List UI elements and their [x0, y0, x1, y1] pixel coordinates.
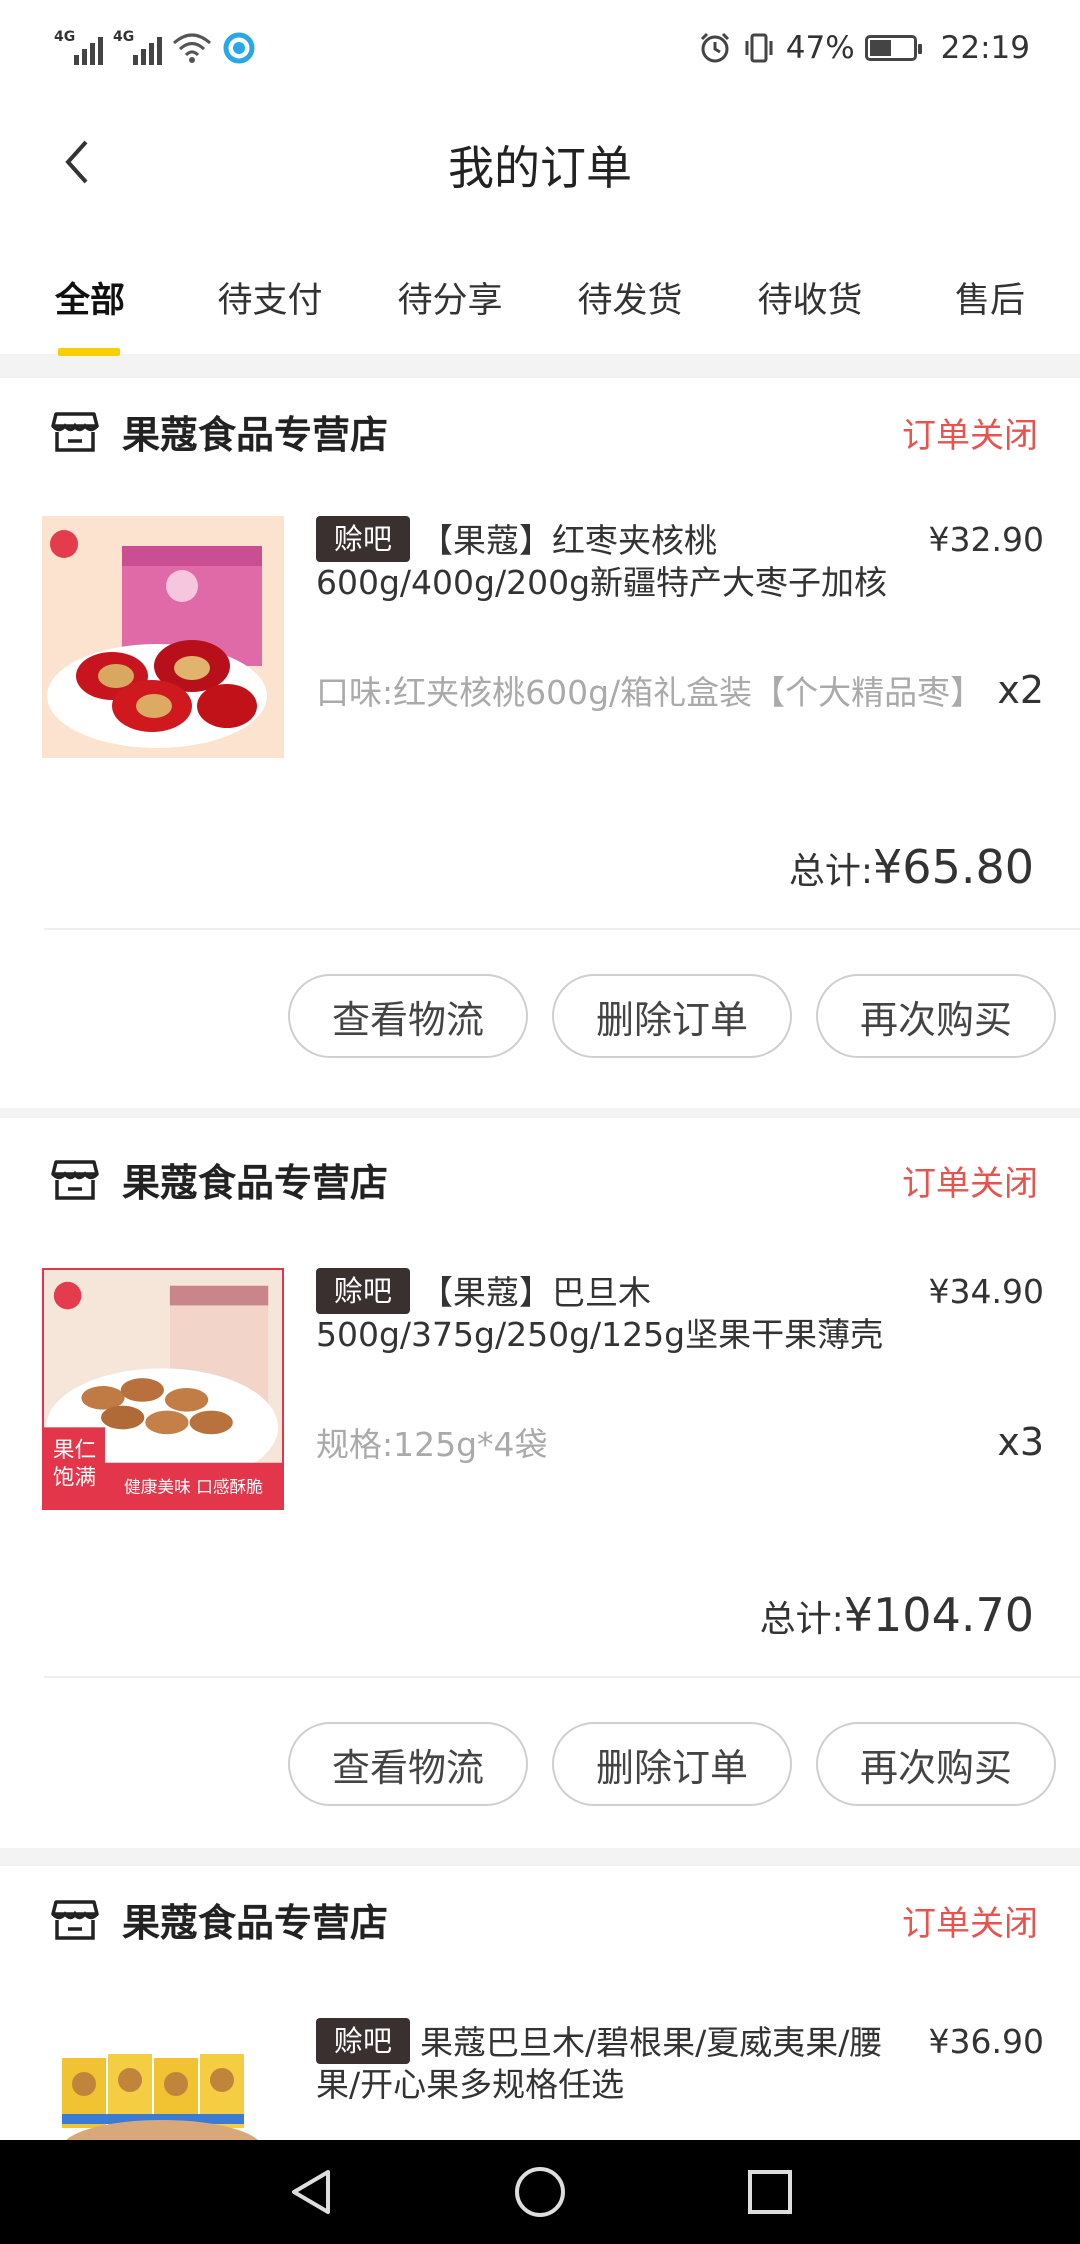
alarm-icon	[700, 32, 729, 63]
view-logistics-button[interactable]: 查看物流	[288, 1722, 528, 1806]
product-title: 赊吧 果蔻巴旦木/碧根果/夏威夷果/腰果/开心果多规格任选	[316, 2018, 906, 2104]
page-title: 我的订单	[448, 141, 632, 195]
total-label: 总计:	[759, 1599, 844, 1640]
buy-again-button[interactable]: 再次购买	[816, 1722, 1056, 1806]
nav-recents-icon[interactable]	[740, 2162, 800, 2222]
product-title: 赊吧【果蔻】巴旦木500g/375g/250g/125g坚果干果薄壳扁桃仁散装	[316, 1268, 906, 1354]
product-quantity: x2	[997, 668, 1044, 712]
vibrate-icon	[745, 33, 773, 63]
store-row[interactable]: 果蔻食品专营店 订单关闭	[0, 378, 1080, 488]
app-notification-icon	[223, 32, 255, 64]
shebar-badge: 赊吧	[316, 2018, 411, 2064]
view-logistics-button[interactable]: 查看物流	[288, 974, 528, 1058]
product-price: ¥34.90	[928, 1272, 1044, 1311]
system-nav-bar	[0, 2140, 1080, 2244]
tab-all[interactable]: 全部	[0, 232, 180, 356]
buy-again-button[interactable]: 再次购买	[816, 974, 1056, 1058]
product-quantity: x3	[997, 1420, 1044, 1464]
store-name: 果蔻食品专营店	[122, 1161, 389, 1205]
tab-label: 待收货	[757, 281, 863, 321]
order-card: 果蔻食品专营店 订单关闭 赊吧 【果蔻】红枣夹核桃600g/400g/200g新疆…	[0, 378, 1080, 1108]
total-label: 总计:	[788, 851, 874, 892]
active-tab-indicator	[58, 348, 120, 356]
delete-order-button[interactable]: 删除订单	[552, 1722, 792, 1806]
order-card: 果蔻食品专营店 订单关闭 果仁 饱满 健康美味 口感酥脆 赊吧 【果蔻】巴旦木50…	[0, 1118, 1080, 1848]
total-amount: ¥104.70	[843, 1588, 1034, 1642]
shebar-badge: 赊吧	[316, 1268, 411, 1314]
product-image	[42, 2018, 284, 2140]
product-spec: 规格:125g*4袋	[316, 1425, 548, 1464]
order-tabs: 全部 待支付 待分享 待发货 待收货 售后	[0, 232, 1080, 356]
wifi-icon	[173, 33, 211, 63]
order-actions: 查看物流 删除订单 再次购买	[288, 1722, 1056, 1806]
store-icon	[51, 1900, 99, 1940]
clock: 22:19	[940, 30, 1030, 66]
nav-home-icon[interactable]	[510, 2162, 570, 2222]
product-image: 果仁 饱满 健康美味 口感酥脆	[42, 1268, 284, 1510]
store-icon	[51, 412, 99, 452]
shebar-badge: 赊吧	[316, 516, 411, 562]
battery-icon	[864, 35, 922, 61]
signal-icon: 4G	[54, 29, 103, 65]
tab-label: 待分享	[397, 281, 503, 321]
divider	[44, 928, 1080, 930]
image-text-big: 果仁	[53, 1438, 96, 1463]
tab-label: 待支付	[217, 281, 323, 321]
tab-pending-payment[interactable]: 待支付	[180, 232, 360, 354]
delete-order-button[interactable]: 删除订单	[552, 974, 792, 1058]
store-name: 果蔻食品专营店	[122, 1901, 389, 1945]
order-status: 订单关闭	[902, 1904, 1038, 1944]
battery-percent: 47%	[785, 30, 855, 66]
tab-pending-shipment[interactable]: 待发货	[540, 232, 720, 354]
signal-icon: 4G	[113, 29, 162, 65]
image-text-big2: 饱满	[53, 1465, 96, 1490]
order-total: 总计:¥65.80	[789, 840, 1034, 894]
product-item[interactable]: 赊吧【果蔻】红枣夹核桃600g/400g/200g新疆特产大枣子加核桃仁... …	[0, 516, 1080, 766]
product-spec: 口味:红夹核桃600g/箱礼盒装【个大精品枣】	[316, 673, 984, 712]
product-price: ¥36.90	[928, 2022, 1044, 2061]
tab-pending-receipt[interactable]: 待收货	[720, 232, 900, 354]
order-status: 订单关闭	[902, 1164, 1038, 1204]
tab-label: 待发货	[577, 281, 683, 321]
store-icon	[51, 1160, 99, 1200]
total-amount: ¥65.80	[873, 840, 1034, 894]
tab-label: 全部	[54, 281, 125, 321]
image-slogan: 健康美味 口感酥脆	[124, 1476, 263, 1496]
order-card: 果蔻食品专营店 订单关闭 赊吧 果蔻巴旦木/碧根果/夏威夷果/腰果/开心果多规格任…	[0, 1866, 1080, 2140]
product-item[interactable]: 赊吧 果蔻巴旦木/碧根果/夏威夷果/腰果/开心果多规格任选 ¥36.90	[0, 2018, 1080, 2140]
tab-pending-share[interactable]: 待分享	[360, 232, 540, 354]
order-status: 订单关闭	[902, 416, 1038, 456]
tab-label: 售后	[954, 281, 1025, 321]
tab-after-sales[interactable]: 售后	[900, 232, 1080, 354]
product-price: ¥32.90	[928, 520, 1044, 559]
store-name: 果蔻食品专营店	[122, 413, 389, 457]
status-bar: 4G 4G 47% 22:19	[0, 0, 1080, 96]
store-row[interactable]: 果蔻食品专营店 订单关闭	[0, 1866, 1080, 1976]
product-item[interactable]: 果仁 饱满 健康美味 口感酥脆 赊吧 【果蔻】巴旦木500g/375g/250g/…	[0, 1268, 1080, 1518]
product-title: 赊吧【果蔻】红枣夹核桃600g/400g/200g新疆特产大枣子加核桃仁...	[316, 516, 906, 602]
product-image	[42, 516, 284, 758]
nav-back-icon[interactable]	[282, 2162, 342, 2222]
divider	[44, 1676, 1080, 1678]
header: 我的订单	[0, 96, 1080, 232]
order-total: 总计:¥104.70	[760, 1588, 1034, 1642]
store-row[interactable]: 果蔻食品专营店 订单关闭	[0, 1126, 1080, 1236]
order-actions: 查看物流 删除订单 再次购买	[288, 974, 1056, 1058]
